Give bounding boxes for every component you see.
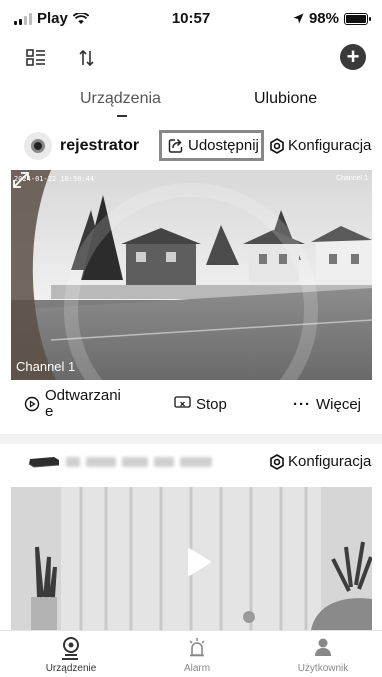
device2-name-redacted — [66, 457, 256, 467]
channel-label: Channel 1 — [16, 359, 76, 374]
playback-button[interactable]: Odtwarzani e — [24, 388, 134, 420]
settings-icon — [270, 137, 284, 154]
battery-fill — [346, 14, 366, 23]
tab-active-indicator — [117, 115, 127, 117]
battery-icon — [344, 12, 371, 25]
sort-icon[interactable] — [73, 44, 101, 72]
playback-label: Odtwarzani e — [45, 388, 121, 420]
nvr-recorder-icon — [28, 457, 60, 468]
share-button[interactable]: Udostępnij — [159, 130, 264, 161]
more-button[interactable]: ··· Więcej — [293, 396, 361, 413]
add-icon: + — [346, 44, 360, 69]
more-dots-icon: ··· — [293, 396, 311, 413]
feed-controls: Odtwarzani e Stop ··· Więcej — [0, 384, 382, 428]
status-bar: Play 10:57 98% — [0, 0, 382, 36]
stop-label: Stop — [196, 396, 227, 413]
grid-list-icon[interactable] — [22, 44, 50, 72]
nav-active-indicator — [62, 658, 78, 660]
nav-user-label: Użytkownik — [297, 663, 349, 674]
device-header: rejestrator Udostępnij Konfiguracja — [0, 130, 382, 164]
device2-header: Konfiguracja — [0, 444, 382, 482]
nav-devices-label: Urządzenie — [45, 663, 97, 674]
nav-alarm-label: Alarm — [183, 663, 211, 674]
nav-user[interactable]: Użytkownik — [273, 637, 373, 674]
add-device-button[interactable]: + — [340, 44, 366, 70]
camera-feed[interactable]: 2024-01-22 10:50:44 Channel 1 Channel 1 — [11, 170, 372, 380]
alarm-icon — [147, 637, 247, 657]
tab-favorites[interactable]: Ulubione — [254, 90, 317, 108]
section-divider — [0, 434, 382, 444]
stop-button[interactable]: Stop — [174, 396, 227, 413]
tab-devices[interactable]: Urządzenia — [80, 90, 161, 108]
toolbar: + — [0, 40, 382, 76]
settings-button[interactable]: Konfiguracja — [269, 137, 371, 154]
user-icon — [273, 637, 373, 657]
settings-icon — [270, 453, 284, 470]
camera-feed-2[interactable] — [11, 487, 372, 630]
feed-channel-corner: Channel 1 — [336, 175, 368, 182]
tab-bar: Urządzenia Ulubione — [0, 86, 382, 122]
camera-icon — [21, 637, 121, 657]
camera-scene — [11, 170, 372, 380]
device2-settings-button[interactable]: Konfiguracja — [269, 453, 371, 470]
share-icon — [168, 138, 183, 153]
status-right: 98% — [293, 10, 371, 27]
bottom-navigation: Urządzenie Alarm Użytkownik — [0, 630, 382, 677]
playback-label-line2: e — [45, 403, 54, 420]
location-arrow-icon — [293, 13, 304, 24]
share-label: Udostępnij — [188, 137, 259, 154]
stop-screen-icon — [174, 396, 191, 408]
playback-label-line1: Odtwarzani — [45, 387, 121, 404]
nav-alarm[interactable]: Alarm — [147, 637, 247, 674]
playback-icon — [24, 396, 40, 412]
more-label: Więcej — [316, 396, 362, 413]
device-name[interactable]: rejestrator — [60, 137, 139, 155]
play-icon[interactable] — [186, 547, 212, 577]
nav-devices[interactable]: Urządzenie — [21, 637, 121, 674]
settings-label: Konfiguracja — [288, 137, 372, 154]
device2-settings-label: Konfiguracja — [288, 453, 372, 470]
fullscreen-icon[interactable] — [11, 170, 31, 190]
battery-percent: 98% — [308, 10, 339, 27]
camera-avatar-icon — [24, 132, 52, 160]
